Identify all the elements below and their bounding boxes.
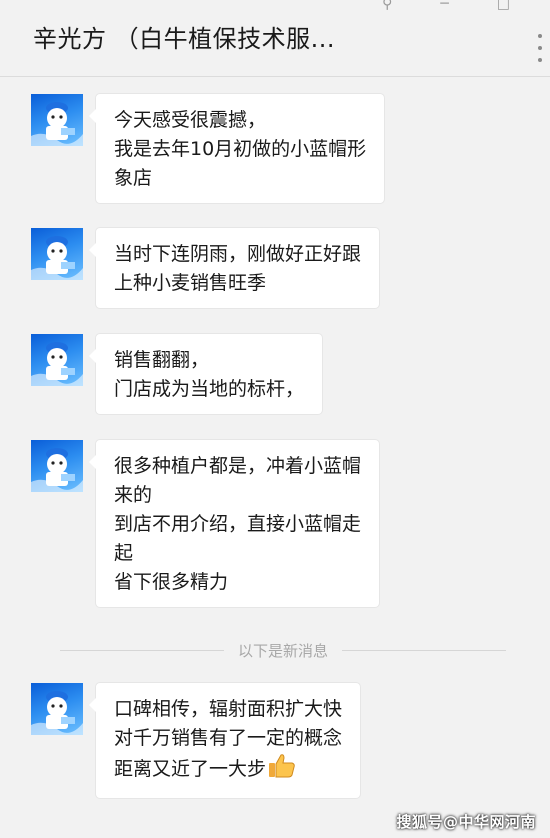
- more-options-icon[interactable]: [536, 34, 544, 62]
- thumbs-up-icon: [268, 753, 296, 788]
- message-bubble[interactable]: 口碑相传，辐射面积扩大快 对千万销售有了一定的概念 距离又近了一大步: [88, 683, 361, 798]
- message-row: 很多种植户都是，冲着小蓝帽 来的 到店不用介绍，直接小蓝帽走 起 省下很多精力: [31, 440, 380, 607]
- message-row: 销售翻翻， 门店成为当地的标杆，: [31, 334, 323, 414]
- minimize-icon[interactable]: ─: [440, 0, 448, 12]
- watermark: 搜狐号@中华网河南: [396, 813, 536, 831]
- avatar-icon[interactable]: [31, 334, 83, 386]
- message-text: 口碑相传，辐射面积扩大快 对千万销售有了一定的概念 距离又近了一大步: [114, 698, 343, 780]
- avatar-icon[interactable]: [31, 94, 83, 146]
- message-bubble[interactable]: 今天感受很震撼， 我是去年10月初做的小蓝帽形 象店: [88, 94, 385, 203]
- avatar-icon[interactable]: [31, 683, 83, 735]
- divider-label: 以下是新消息: [238, 641, 329, 660]
- message-row: 今天感受很震撼， 我是去年10月初做的小蓝帽形 象店: [31, 94, 385, 203]
- chat-title: 辛光方 （白牛植保技术服...: [33, 25, 336, 53]
- message-bubble[interactable]: 当时下连阴雨，刚做好正好跟 上种小麦销售旺季: [88, 228, 380, 308]
- message-row: 当时下连阴雨，刚做好正好跟 上种小麦销售旺季: [31, 228, 380, 308]
- new-messages-divider: 以下是新消息: [60, 640, 507, 660]
- window-controls: ⚲ ─ □: [382, 0, 510, 12]
- avatar-icon[interactable]: [31, 228, 83, 280]
- message-row: 口碑相传，辐射面积扩大快 对千万销售有了一定的概念 距离又近了一大步: [31, 683, 361, 798]
- message-bubble[interactable]: 销售翻翻， 门店成为当地的标杆，: [88, 334, 323, 414]
- divider-line: [60, 649, 224, 651]
- pin-icon[interactable]: ⚲: [382, 0, 392, 12]
- window-icon[interactable]: □: [497, 0, 510, 12]
- chat-header: ⚲ ─ □ 辛光方 （白牛植保技术服...: [0, 0, 550, 77]
- divider-line: [342, 649, 507, 651]
- avatar-icon[interactable]: [31, 440, 83, 492]
- message-bubble[interactable]: 很多种植户都是，冲着小蓝帽 来的 到店不用介绍，直接小蓝帽走 起 省下很多精力: [88, 440, 380, 607]
